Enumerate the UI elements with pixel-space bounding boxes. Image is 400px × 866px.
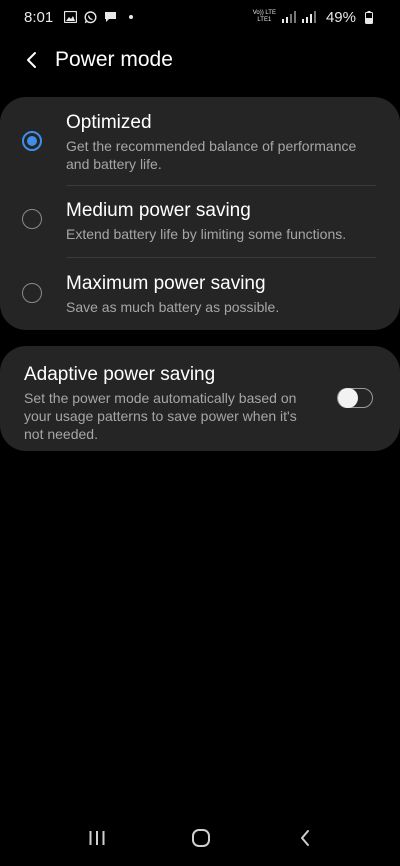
home-button[interactable] [185,822,217,854]
adaptive-power-saving-toggle[interactable] [337,387,373,408]
back-icon [301,830,309,846]
whatsapp-icon [83,10,97,24]
option-description: Extend battery life by limiting some fun… [66,226,347,242]
status-bar: 8:01 Vo)) LTE LTE1 49% [0,0,400,34]
option-maximum-power-saving[interactable]: Maximum power saving Save as much batter… [0,257,400,330]
status-bar-left: 8:01 [24,8,134,26]
nav-back-button[interactable] [289,822,321,854]
app-header: Power mode [0,40,400,80]
status-bar-right: Vo)) LTE LTE1 49% [253,9,376,26]
option-title: Optimized [66,112,152,133]
option-optimized[interactable]: Optimized Get the recommended balance of… [0,97,400,185]
navigation-bar [0,810,400,866]
recents-button[interactable] [81,822,113,854]
gallery-icon [63,10,77,24]
power-mode-options-card: Optimized Get the recommended balance of… [0,97,400,330]
option-description: Save as much battery as possible. [66,299,280,315]
page-title: Power mode [55,48,173,71]
adaptive-description: Set the power mode automatically based o… [24,390,297,442]
toggle-knob [338,387,358,408]
network-bottom-label: LTE1 [257,17,272,23]
option-description: Get the recommended balance of performan… [66,138,357,172]
chevron-left-icon [27,52,36,68]
radio-button[interactable] [22,283,42,303]
home-icon [192,829,210,847]
recents-icon [89,831,105,845]
more-notifications-dot [129,15,134,19]
battery-percent: 49% [325,8,356,26]
option-title: Maximum power saving [66,273,266,294]
adaptive-power-saving-card[interactable]: Adaptive power saving Set the power mode… [0,346,400,451]
option-medium-power-saving[interactable]: Medium power saving Extend battery life … [0,185,400,257]
status-time: 8:01 [24,8,54,26]
signal-2-icon [301,10,316,24]
network-type-label: Vo)) LTE LTE1 [253,10,276,24]
radio-button-selected[interactable] [22,131,42,151]
signal-1-icon [281,10,296,24]
back-button[interactable] [18,46,46,74]
message-icon [103,10,117,24]
network-top-label: Vo)) LTE [252,10,276,16]
radio-button[interactable] [22,209,42,229]
adaptive-title: Adaptive power saving [24,364,216,385]
battery-icon [362,10,376,24]
option-title: Medium power saving [66,200,251,221]
